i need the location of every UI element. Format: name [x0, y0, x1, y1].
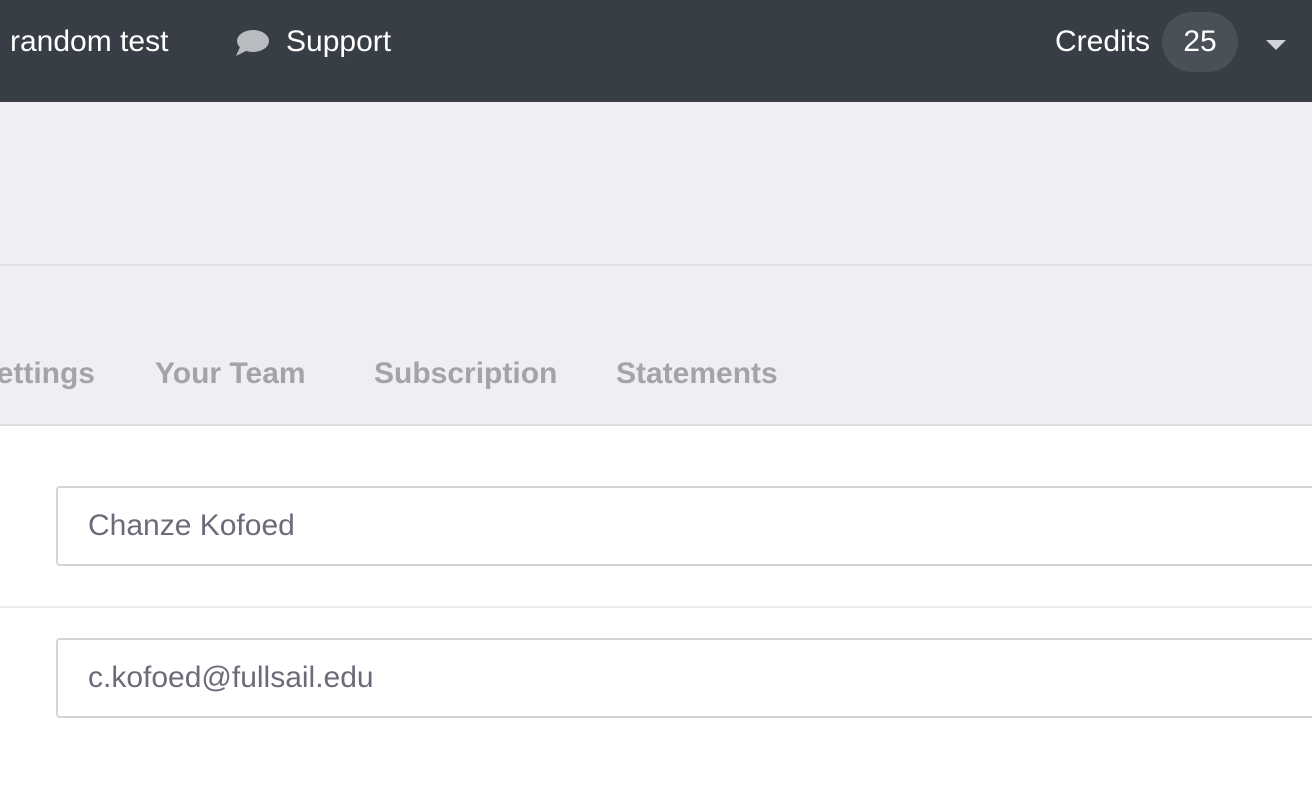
support-label: Support	[286, 25, 392, 58]
page-header-area	[0, 102, 1312, 266]
caret-down-icon[interactable]	[1262, 34, 1290, 54]
tab-settings[interactable]: ettings	[0, 354, 95, 394]
tab-statements[interactable]: Statements	[616, 354, 778, 394]
email-field[interactable]	[56, 638, 1312, 718]
top-navigation-bar: random test Support Credits 25	[0, 0, 1312, 102]
tab-your-team[interactable]: Your Team	[155, 354, 306, 394]
account-form	[0, 426, 1312, 788]
chat-bubble-icon	[236, 30, 269, 56]
name-field[interactable]	[56, 486, 1312, 566]
tab-subscription[interactable]: Subscription	[374, 354, 557, 394]
form-divider	[0, 606, 1312, 608]
settings-tabs: ettings Your Team Subscription Statement…	[0, 266, 1312, 426]
project-name-link[interactable]: random test	[10, 24, 168, 60]
credits-label: Credits	[1055, 25, 1151, 58]
credits-count-badge: 25	[1162, 12, 1238, 72]
